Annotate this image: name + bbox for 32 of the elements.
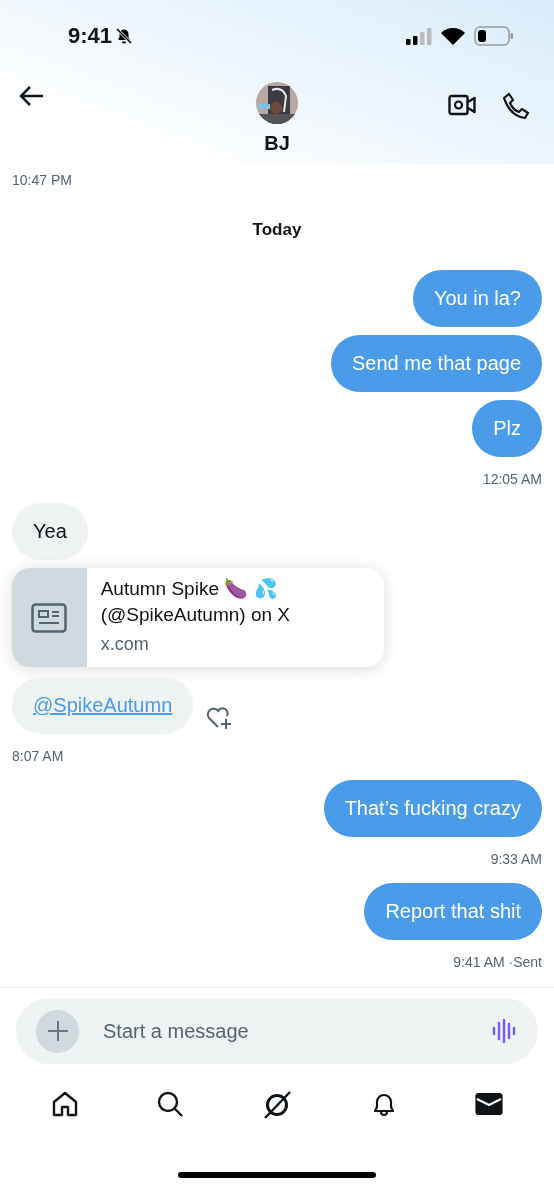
message-timestamp: 10:47 PM bbox=[12, 171, 73, 188]
wifi-icon bbox=[440, 26, 466, 46]
signal-icon bbox=[406, 27, 432, 45]
heart-plus-icon[interactable] bbox=[205, 705, 234, 731]
message-timestamp: 9:41 AM ·Sent bbox=[453, 954, 542, 970]
message-field[interactable]: Start a message bbox=[16, 998, 538, 1064]
link-preview-card[interactable]: Autumn Spike 🍆 💦 (@SpikeAutumn) on X x.com bbox=[12, 568, 384, 667]
message-timestamp: 8:07 AM bbox=[12, 748, 65, 764]
message-bubble: You in la? bbox=[412, 270, 542, 327]
link-domain: x.com bbox=[100, 634, 150, 655]
link-title: Autumn Spike 🍆 💦 (@SpikeAutumn) on X bbox=[100, 577, 291, 627]
voice-icon[interactable] bbox=[492, 1018, 518, 1044]
message-timestamp: 9:33 AM bbox=[490, 851, 542, 867]
clock-time: 9:41 bbox=[68, 23, 113, 49]
message-bubble: Plz bbox=[472, 400, 542, 457]
home-icon bbox=[50, 1090, 79, 1118]
message-bubble: Report that shit bbox=[364, 883, 542, 940]
search-icon bbox=[156, 1090, 185, 1118]
add-button[interactable] bbox=[36, 1009, 79, 1053]
message-bubble: Yea bbox=[12, 503, 88, 560]
envelope-icon bbox=[475, 1090, 504, 1118]
battery-icon bbox=[474, 26, 514, 46]
slashed-circle-icon bbox=[262, 1090, 292, 1120]
muted-bell-icon bbox=[115, 27, 134, 45]
message-bubble: Send me that page bbox=[331, 335, 542, 392]
plus-icon bbox=[46, 1020, 69, 1042]
date-divider: Today bbox=[252, 220, 302, 240]
message-timestamp: 12:05 AM bbox=[482, 471, 542, 487]
phone-call-button[interactable] bbox=[502, 92, 530, 120]
contact-name: BJ bbox=[264, 132, 290, 155]
message-bubble: That’s fucking crazy bbox=[323, 780, 542, 837]
article-icon bbox=[31, 602, 68, 633]
